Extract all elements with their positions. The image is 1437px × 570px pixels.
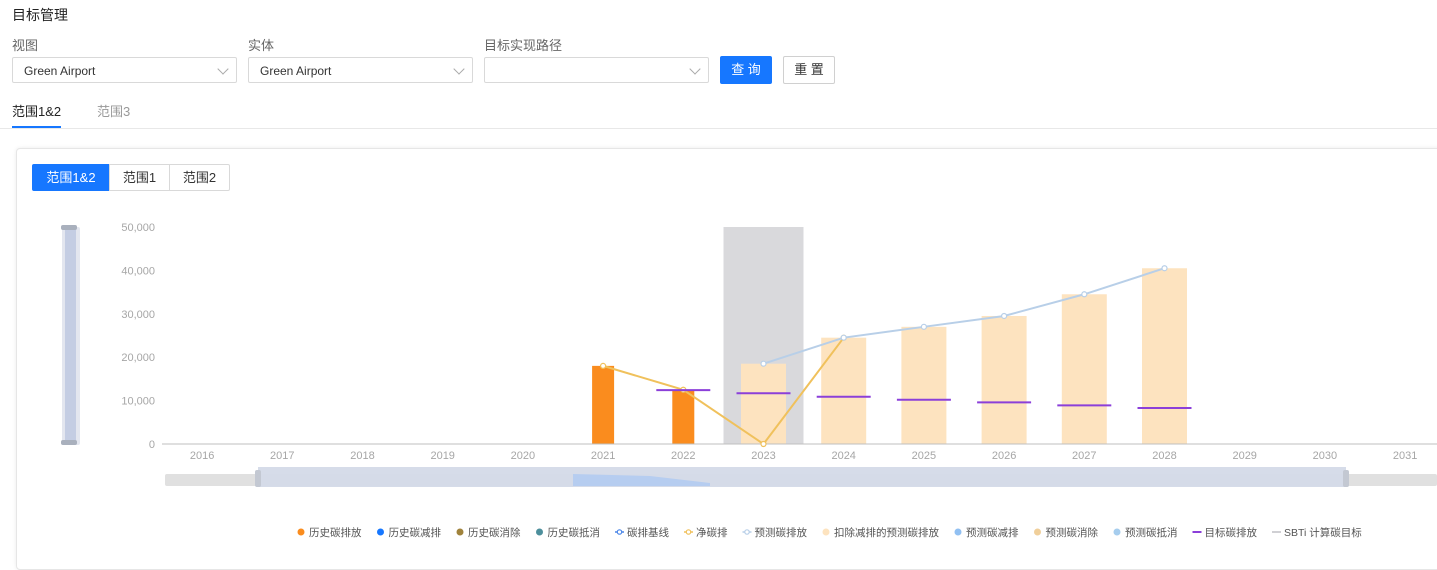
chevron-down-icon xyxy=(689,63,701,75)
segment-scope-2[interactable]: 范围2 xyxy=(169,164,230,191)
entity-select-value: Green Airport xyxy=(260,64,332,78)
zoom-handle-right xyxy=(1343,470,1349,487)
slider-handle-bottom xyxy=(61,440,77,445)
tab-scope-1-2[interactable]: 范围1&2 xyxy=(12,101,61,120)
path-select[interactable] xyxy=(484,57,709,83)
entity-select[interactable]: Green Airport xyxy=(248,57,473,83)
query-button[interactable]: 查 询 xyxy=(720,56,772,84)
view-select-value: Green Airport xyxy=(24,64,96,78)
entity-label: 实体 xyxy=(248,38,275,53)
horizontal-zoom-slider[interactable] xyxy=(165,467,1437,487)
chevron-down-icon xyxy=(217,63,229,75)
view-select[interactable]: Green Airport xyxy=(12,57,237,83)
zoom-handle-left xyxy=(255,470,261,487)
slider-handle-top xyxy=(61,225,77,230)
chart-card xyxy=(16,148,1437,570)
path-label: 目标实现路径 xyxy=(484,38,563,53)
segment-scope-1-2[interactable]: 范围1&2 xyxy=(32,164,110,191)
reset-button[interactable]: 重 置 xyxy=(783,56,835,84)
segment-scope-1[interactable]: 范围1 xyxy=(109,164,170,191)
tab-scope-3[interactable]: 范围3 xyxy=(97,101,130,120)
tab-divider xyxy=(0,128,1437,129)
chevron-down-icon xyxy=(453,63,465,75)
vertical-zoom-slider[interactable] xyxy=(61,225,80,445)
page-title: 目标管理 xyxy=(12,7,68,23)
view-label: 视图 xyxy=(12,38,39,53)
